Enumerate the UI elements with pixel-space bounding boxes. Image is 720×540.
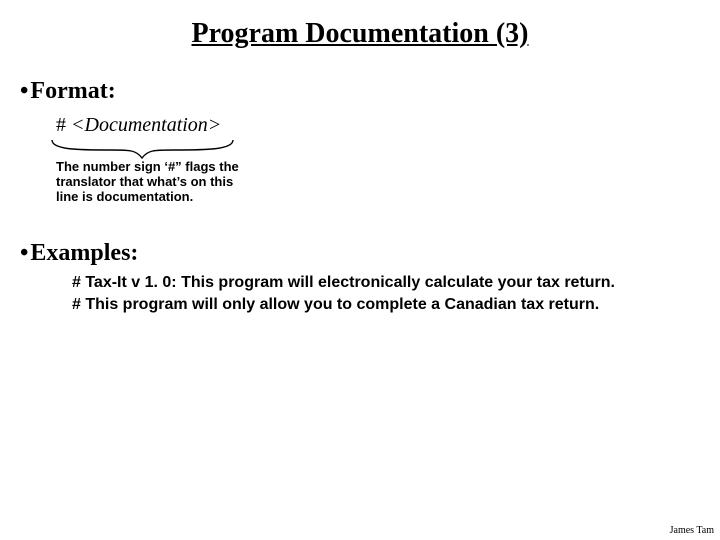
bullet-format: •Format: <box>20 78 116 105</box>
slide: Program Documentation (3) •Format: # <Do… <box>0 0 720 540</box>
example-line-1: # Tax-It v 1. 0: This program will elect… <box>72 272 615 294</box>
example-line-2: # This program will only allow you to co… <box>72 294 615 316</box>
page-title: Program Documentation (3) <box>0 18 720 50</box>
code-hash: # <box>56 114 66 136</box>
callout-text: The number sign ‘#” flags the translator… <box>56 160 256 205</box>
footer-author: James Tam <box>670 525 714 536</box>
bullet-dot-icon: • <box>20 78 28 105</box>
curly-brace-icon <box>50 136 235 160</box>
code-format-line: # <Documentation> <box>56 114 221 137</box>
example-lines: # Tax-It v 1. 0: This program will elect… <box>72 272 615 315</box>
code-doc-placeholder: <Documentation> <box>71 114 221 136</box>
bullet-dot-icon: • <box>20 240 28 267</box>
bullet-examples: •Examples: <box>20 240 138 267</box>
bullet-format-label: Format: <box>30 78 115 104</box>
bullet-examples-label: Examples: <box>30 240 138 266</box>
